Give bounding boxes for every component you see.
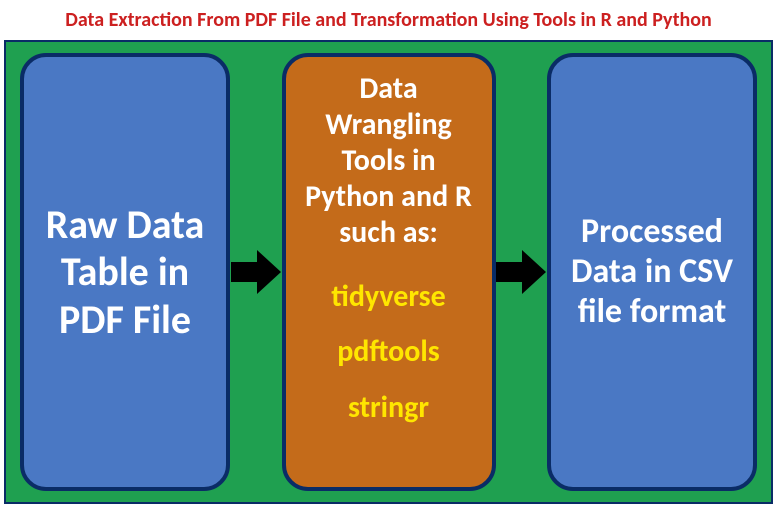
input-box-text: Raw Data Table in PDF File <box>34 201 216 343</box>
output-box: Processed Data in CSV file format <box>547 53 757 491</box>
arrow-right-icon <box>231 248 281 296</box>
arrow-mid-to-right <box>496 248 546 296</box>
input-box: Raw Data Table in PDF File <box>20 53 230 491</box>
tools-box: Data Wrangling Tools in Python and R suc… <box>282 53 496 491</box>
tools-box-heading: Data Wrangling Tools in Python and R suc… <box>296 71 482 251</box>
tool-item: pdftools <box>337 334 440 369</box>
tool-item: stringr <box>348 390 429 425</box>
arrow-right-icon <box>496 248 546 296</box>
tool-item: tidyverse <box>331 279 445 314</box>
arrow-left-to-mid <box>231 248 281 296</box>
diagram-canvas: Raw Data Table in PDF File Data Wranglin… <box>4 40 773 504</box>
diagram-title: Data Extraction From PDF File and Transf… <box>4 4 773 40</box>
output-box-text: Processed Data in CSV file format <box>561 212 743 332</box>
